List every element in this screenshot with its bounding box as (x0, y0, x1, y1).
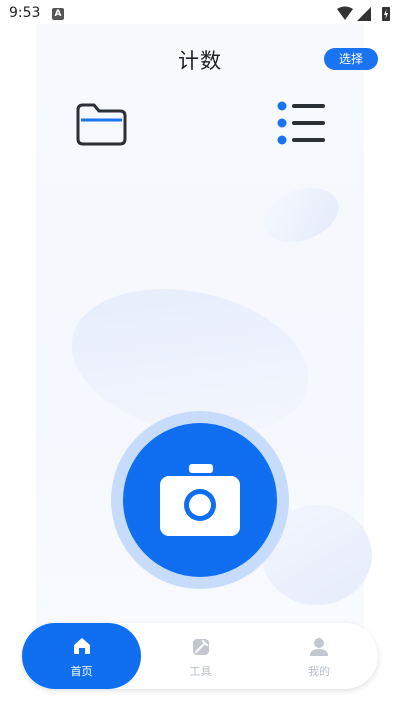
tab-mine[interactable]: 我的 (260, 623, 378, 689)
camera-icon (160, 464, 240, 536)
user-icon (310, 638, 328, 656)
home-icon (73, 638, 90, 654)
status-icons (337, 6, 390, 21)
tools-icon (192, 639, 209, 655)
list-icon[interactable] (276, 100, 326, 148)
tab-home[interactable]: 首页 (22, 623, 141, 689)
bottom-tab-bar: 首页 工具 我的 (22, 623, 378, 689)
status-time: 9:53 (9, 5, 41, 21)
wifi-icon (337, 6, 353, 20)
battery-icon (382, 7, 390, 21)
tab-tools[interactable]: 工具 (141, 623, 260, 689)
status-indicator: A (52, 8, 64, 20)
signal-icon (357, 7, 371, 21)
folder-icon[interactable] (74, 100, 128, 148)
tab-label: 首页 (70, 665, 93, 678)
select-button[interactable]: 选择 (324, 48, 378, 70)
tab-label: 工具 (189, 665, 212, 678)
tab-label: 我的 (308, 665, 330, 678)
